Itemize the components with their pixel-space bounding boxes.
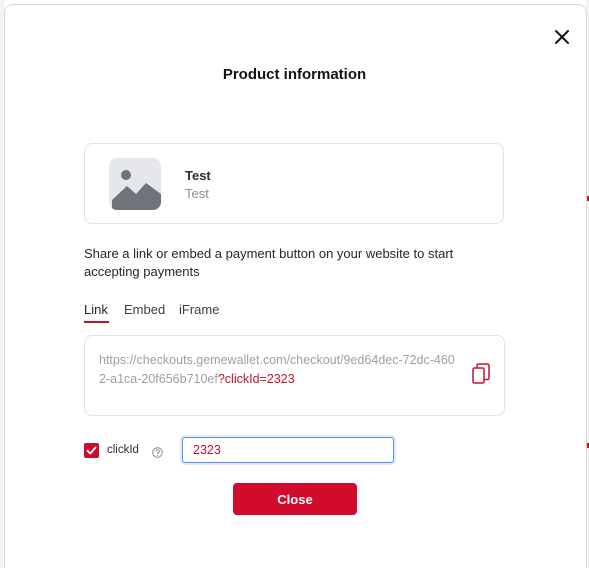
checkout-link-box: https://checkouts.gemewallet.com/checkou… (84, 335, 505, 416)
checkout-link-param: ?clickId=2323 (217, 372, 295, 386)
copy-link-button[interactable] (472, 363, 490, 385)
product-description: Test (185, 186, 209, 201)
copy-icon (472, 363, 490, 384)
product-card: Test Test (84, 143, 504, 224)
close-button[interactable]: Close (233, 483, 357, 515)
close-icon (555, 30, 569, 44)
checkout-link[interactable]: https://checkouts.gemewallet.com/checkou… (99, 351, 461, 389)
check-icon (86, 446, 97, 455)
share-instructions: Share a link or embed a payment button o… (84, 246, 454, 279)
clickid-checkbox[interactable] (84, 443, 99, 458)
clickid-label: clickId (107, 444, 139, 456)
image-placeholder-icon (109, 158, 161, 210)
tab-link[interactable]: Link (84, 302, 108, 317)
tab-embed[interactable]: Embed (124, 302, 165, 317)
clickid-input[interactable] (182, 437, 394, 463)
product-name: Test (185, 168, 211, 183)
help-circle-icon[interactable] (152, 445, 163, 458)
modal-title: Product information (222, 66, 367, 83)
tab-active-indicator (84, 321, 109, 323)
tab-iframe[interactable]: iFrame (179, 302, 219, 317)
close-icon-button[interactable] (552, 27, 572, 47)
